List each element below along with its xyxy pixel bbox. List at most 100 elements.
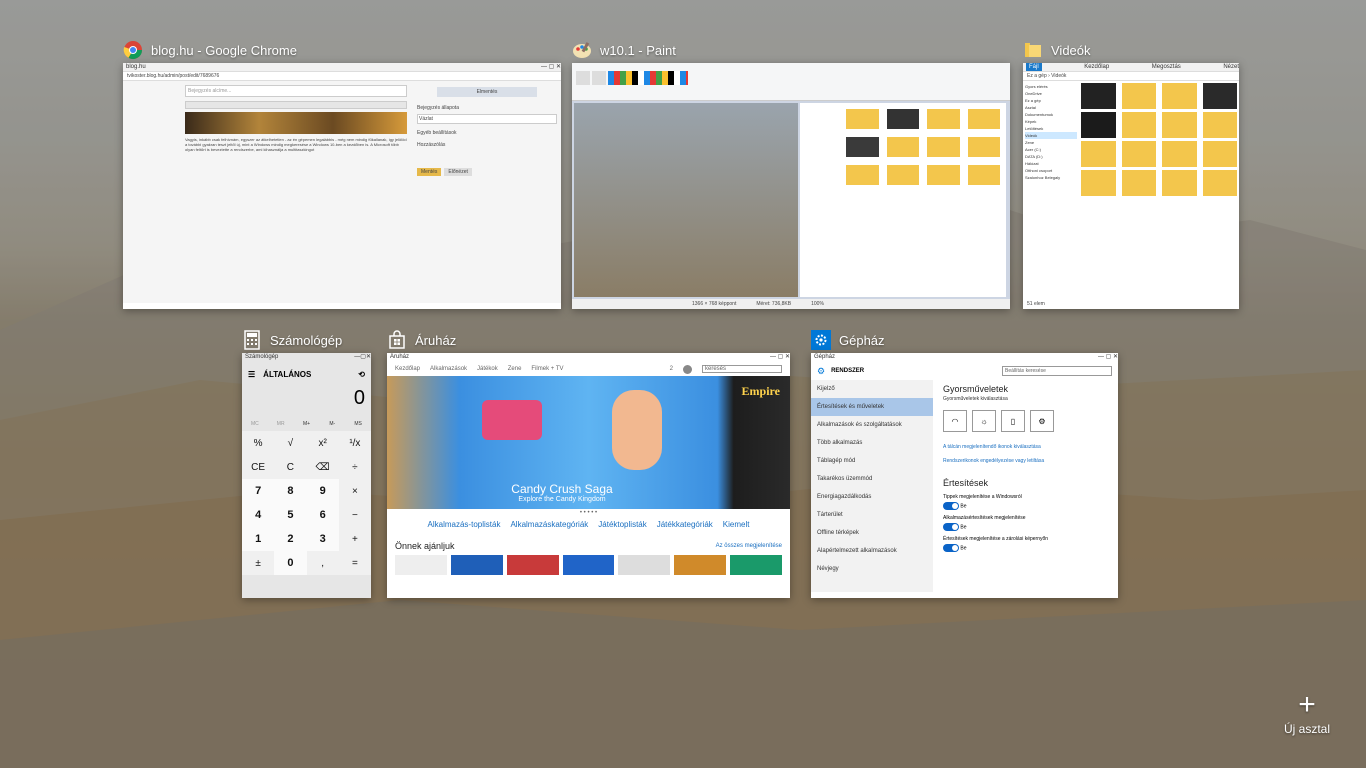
calculator-key-row: 1 2 3 + [242, 527, 371, 551]
window-calculator-title: Számológép [270, 332, 343, 348]
chrome-status-value: Vázlat [417, 114, 557, 124]
settings-quick-actions: ◠ ☼ ▯ ⚙ [943, 410, 1108, 432]
store-link-app-categories: Alkalmazáskategóriák [510, 519, 589, 529]
calculator-key[interactable]: √ [274, 431, 307, 455]
calculator-key[interactable]: 2 [274, 527, 307, 551]
window-settings-title: Gépház [839, 332, 885, 348]
calculator-key[interactable]: 8 [274, 479, 307, 503]
calculator-key[interactable]: 1 [242, 527, 275, 551]
store-thumbnail[interactable]: Áruház — ▢ ✕ Kezdőlap Alkalmazások Játéko… [387, 353, 790, 598]
settings-header: RENDSZER [831, 368, 865, 374]
window-videos[interactable]: Videók Fájl Kezdőlap Megosztás Nézet Ez a g… [1023, 37, 1239, 309]
calculator-key[interactable]: 9 [306, 479, 339, 503]
plus-icon: + [1298, 688, 1316, 721]
paint-size-status: 1366 × 768 képpont [692, 301, 737, 307]
store-hero-side: Empire [741, 384, 780, 398]
calculator-key[interactable]: = [338, 551, 371, 575]
settings-quick-title: Gyorsműveletek [943, 384, 1009, 394]
calculator-key[interactable]: + [338, 527, 371, 551]
settings-thumbnail[interactable]: Gépház — ▢ ✕ ⚙ RENDSZER Beállítás keresés… [811, 353, 1118, 598]
paint-ribbon [572, 63, 1010, 101]
calculator-key[interactable]: ¹/x [338, 431, 371, 455]
store-nav-games: Játékok [477, 366, 498, 372]
chrome-tabbar: blog.hu — ▢ ✕ [123, 63, 561, 72]
window-settings[interactable]: Gépház Gépház — ▢ ✕ ⚙ RENDSZER Beállítás … [811, 327, 1118, 598]
chrome-save-button: Elmentés [437, 87, 537, 97]
new-desktop-label: Új asztal [1283, 722, 1330, 736]
window-chrome-title: blog.hu - Google Chrome [151, 42, 297, 58]
store-category-links: Alkalmazás-toplisták Alkalmazáskategóriá… [387, 517, 790, 531]
chrome-settings-label: Egyéb beállítások [417, 130, 457, 136]
calculator-key[interactable]: 0 [274, 551, 307, 575]
calculator-mode: ÁLTALÁNOS [263, 370, 312, 379]
calculator-key[interactable]: 3 [306, 527, 339, 551]
settings-item-maps: Offline térképek [817, 530, 859, 536]
store-see-all: Az összes megjelenítése [715, 543, 782, 549]
post-subtitle-field: Bejegyzés alcíme... [185, 85, 407, 97]
calculator-key[interactable]: % [242, 431, 275, 455]
settings-link-taskbar: A tálcán megjelenítendő ikonok kiválaszt… [943, 444, 1041, 450]
settings-gear-icon: ⚙ [1030, 410, 1054, 432]
window-chrome[interactable]: blog.hu - Google Chrome blog.hu — ▢ ✕ tvi… [123, 37, 561, 309]
calculator-key[interactable]: 6 [306, 503, 339, 527]
calculator-key[interactable]: 7 [242, 479, 275, 503]
store-app-tiles [387, 551, 790, 579]
chrome-comment-label: Hozzászólás [417, 142, 446, 148]
store-hero-title: Candy Crush Saga [511, 482, 613, 496]
settings-item-display: Kijelző [817, 386, 835, 392]
folder-icon [1023, 40, 1043, 60]
settings-toggle-lockscreen [943, 544, 959, 552]
paint-thumbnail[interactable]: 1366 × 768 képpont Méret: 736,8KB 100% [572, 63, 1010, 309]
post-image-strip [185, 112, 407, 134]
window-store-header: Áruház [387, 327, 456, 353]
videos-file-grid [1079, 81, 1239, 198]
store-nav-apps: Alkalmazások [430, 366, 468, 372]
settings-link-system-icons: Rendszerikonok engedélyezése vagy letilt… [943, 458, 1045, 464]
videos-thumbnail[interactable]: Fájl Kezdőlap Megosztás Nézet Ez a gép › Vi… [1023, 63, 1239, 309]
chrome-mentes-button: Mentés [417, 168, 442, 176]
wifi-icon: ◠ [943, 410, 967, 432]
calculator-key[interactable]: ± [242, 551, 275, 575]
calculator-thumbnail[interactable]: Számológép —▢✕ ☰ ÁLTALÁNOS ⟲ 0 MC MR M+ M… [242, 353, 371, 598]
brightness-icon: ☼ [972, 410, 996, 432]
calculator-key[interactable]: x² [306, 431, 339, 455]
chrome-icon [123, 40, 143, 60]
calculator-key[interactable]: ÷ [338, 455, 371, 479]
videos-status: 51 elem [1027, 301, 1045, 307]
settings-sidebar: Kijelző Értesítések és műveletek Alkalma… [811, 380, 933, 592]
paint-zoom: 100% [811, 301, 824, 307]
settings-toggle-tips [943, 502, 959, 510]
window-paint[interactable]: w10.1 - Paint 1366 × 768 képpont Méret: … [572, 37, 1010, 309]
calculator-key[interactable]: CE [242, 455, 275, 479]
store-nav: Kezdőlap Alkalmazások Játékok Zene Filme… [387, 362, 790, 376]
store-nav-movies: Filmek + TV [531, 366, 564, 372]
settings-toggle-app-notifications [943, 523, 959, 531]
settings-toggle-label-2: Alkalmazásértesítések megjelenítése [943, 515, 1026, 521]
calculator-key[interactable]: − [338, 503, 371, 527]
calculator-key[interactable]: × [338, 479, 371, 503]
videos-nav-pane: Gyors elérés OneDrive Ez a gép Asztal Dokume… [1023, 81, 1079, 198]
calculator-key[interactable]: C [274, 455, 307, 479]
settings-item-storage: Tárterület [817, 512, 843, 518]
store-nav-home: Kezdőlap [395, 366, 421, 372]
settings-item-about: Névjegy [817, 566, 839, 572]
calculator-key-row: CE C ⌫ ÷ [242, 455, 371, 479]
window-store[interactable]: Áruház Áruház — ▢ ✕ Kezdőlap Alkalmazások… [387, 327, 790, 598]
store-link-featured: Kiemelt [722, 519, 750, 529]
window-settings-header: Gépház [811, 327, 885, 353]
paint-palette-icon [572, 40, 592, 60]
calculator-key[interactable]: 5 [274, 503, 307, 527]
store-window-title: Áruház [390, 354, 410, 360]
calculator-key[interactable]: ⌫ [306, 455, 339, 479]
settings-item-multitask: Több alkalmazás [817, 440, 863, 446]
new-desktop-button[interactable]: + Új asztal [1280, 690, 1334, 738]
chrome-preview-button: Előnézet [444, 168, 472, 176]
calculator-key-row: ±0, = [242, 551, 371, 575]
settings-toggle-label-3: Értesítések megjelenítése a zárolási kép… [943, 536, 1049, 542]
calculator-key[interactable]: , [306, 551, 339, 575]
window-calculator[interactable]: Számológép Számológép —▢✕ ☰ ÁLTALÁNOS ⟲ 0… [242, 327, 371, 598]
calculator-key[interactable]: 4 [242, 503, 275, 527]
window-videos-header: Videók [1023, 37, 1091, 63]
window-store-title: Áruház [415, 332, 457, 348]
chrome-thumbnail[interactable]: blog.hu — ▢ ✕ tvikoster.blog.hu/admin/pos… [123, 63, 561, 309]
